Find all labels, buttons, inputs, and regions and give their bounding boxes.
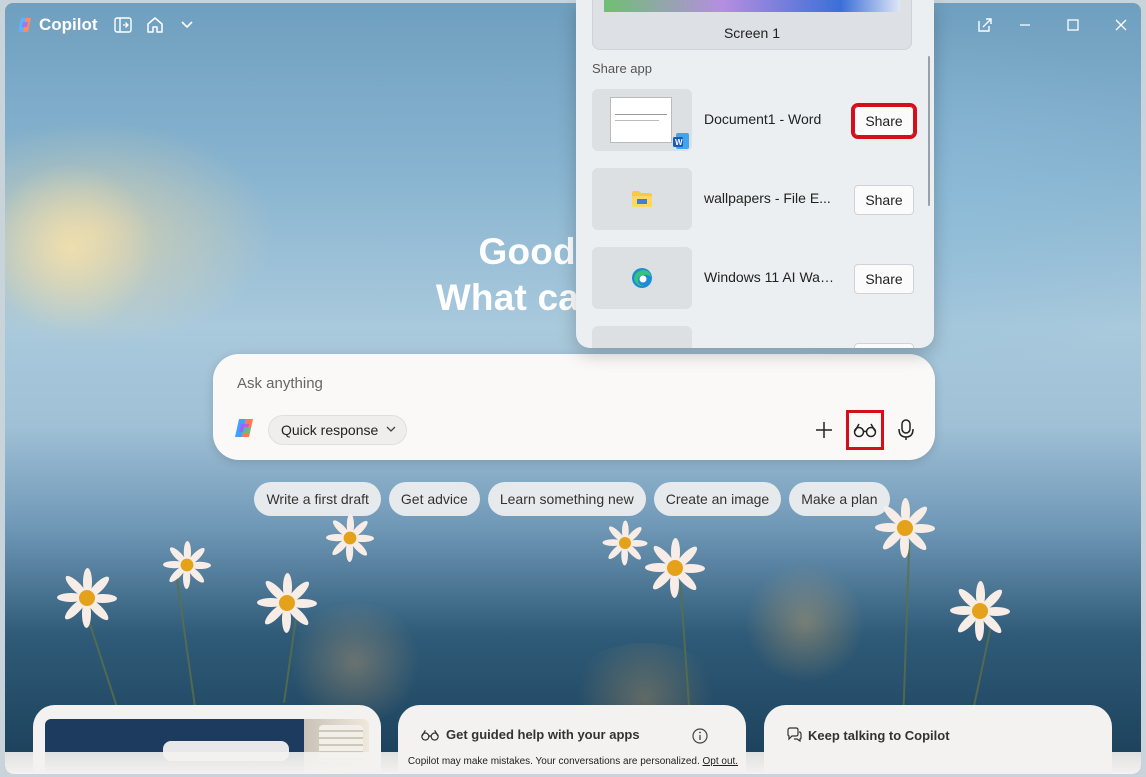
copilot-vision-button[interactable] xyxy=(846,410,884,450)
share-button-file-explorer[interactable]: Share xyxy=(854,185,914,215)
app-name: Document1 - Word xyxy=(704,111,822,127)
chip-make-plan[interactable]: Make a plan xyxy=(789,482,890,516)
word-icon: W xyxy=(673,133,689,149)
screen-label: Screen 1 xyxy=(723,25,781,41)
info-icon[interactable] xyxy=(692,728,708,744)
screen-thumbnail xyxy=(604,0,900,12)
chat-bubble-icon xyxy=(787,727,802,743)
add-button[interactable] xyxy=(805,410,843,450)
chip-create-image[interactable]: Create an image xyxy=(653,482,782,516)
app-thumbnail xyxy=(592,247,692,309)
svg-text:W: W xyxy=(675,138,683,147)
keep-talking-title: Keep talking to Copilot xyxy=(786,727,950,743)
title-bar: Copilot xyxy=(5,3,1141,47)
edge-icon xyxy=(632,268,652,288)
chip-learn-something[interactable]: Learn something new xyxy=(487,482,646,516)
share-button-edge[interactable]: Share xyxy=(854,264,914,294)
share-screen-option[interactable]: Screen 1 xyxy=(592,0,912,50)
share-app-row-partial xyxy=(592,326,914,348)
suggestion-chips: Write a first draft Get advice Learn som… xyxy=(5,482,1141,516)
add-icon xyxy=(816,422,832,438)
maximize-icon[interactable] xyxy=(1061,13,1085,37)
home-icon[interactable] xyxy=(145,15,165,35)
app-logo: Copilot xyxy=(17,15,98,35)
copilot-logo-icon xyxy=(18,18,31,32)
microphone-button[interactable] xyxy=(887,410,925,450)
close-icon[interactable] xyxy=(1109,13,1133,37)
share-button-partial[interactable] xyxy=(854,343,914,348)
opt-out-link[interactable]: Opt out. xyxy=(703,756,739,767)
app-thumbnail xyxy=(592,168,692,230)
app-name: wallpapers - File E... xyxy=(704,190,831,206)
microphone-icon xyxy=(898,419,914,440)
disclaimer: Copilot may make mistakes. Your conversa… xyxy=(5,752,1141,774)
app-name: Windows 11 AI Wall... xyxy=(704,269,834,285)
response-mode-label: Quick response xyxy=(281,422,379,438)
sidebar-toggle-icon[interactable] xyxy=(113,15,133,35)
guided-help-title: Get guided help with your apps xyxy=(420,727,640,742)
greeting-line-1: Good after xyxy=(478,231,668,272)
app-title: Copilot xyxy=(39,15,98,34)
share-app-row-file-explorer: wallpapers - File E... Share xyxy=(592,168,914,230)
app-thumbnail: W xyxy=(592,89,692,151)
share-app-row-edge: Windows 11 AI Wall... Share xyxy=(592,247,914,309)
share-button-word[interactable]: Share xyxy=(851,103,917,139)
response-mode-dropdown[interactable]: Quick response xyxy=(268,415,408,445)
app-thumbnail xyxy=(592,326,692,348)
chip-get-advice[interactable]: Get advice xyxy=(388,482,480,516)
copilot-window: Copilot Good after What can I help Ask a… xyxy=(5,3,1141,774)
share-popup: Screen 1 Share app W Document1 - Word Sh… xyxy=(576,0,934,348)
chevron-down-icon[interactable] xyxy=(177,15,197,35)
popup-scrollbar[interactable] xyxy=(928,56,930,206)
vision-glasses-icon xyxy=(853,423,877,438)
chip-write-draft[interactable]: Write a first draft xyxy=(254,482,381,516)
new-window-icon[interactable] xyxy=(973,13,997,37)
folder-icon xyxy=(632,191,652,207)
composer: Quick response xyxy=(213,354,935,460)
vision-glasses-icon xyxy=(421,729,439,741)
ask-input[interactable] xyxy=(237,370,757,396)
copilot-logo-icon xyxy=(235,419,253,437)
share-app-heading: Share app xyxy=(592,61,652,76)
share-app-row-word: W Document1 - Word Share xyxy=(592,89,917,151)
greeting-line-2: What can I help xyxy=(435,277,711,318)
minimize-icon[interactable] xyxy=(1013,13,1037,37)
chevron-down-icon xyxy=(386,426,396,432)
